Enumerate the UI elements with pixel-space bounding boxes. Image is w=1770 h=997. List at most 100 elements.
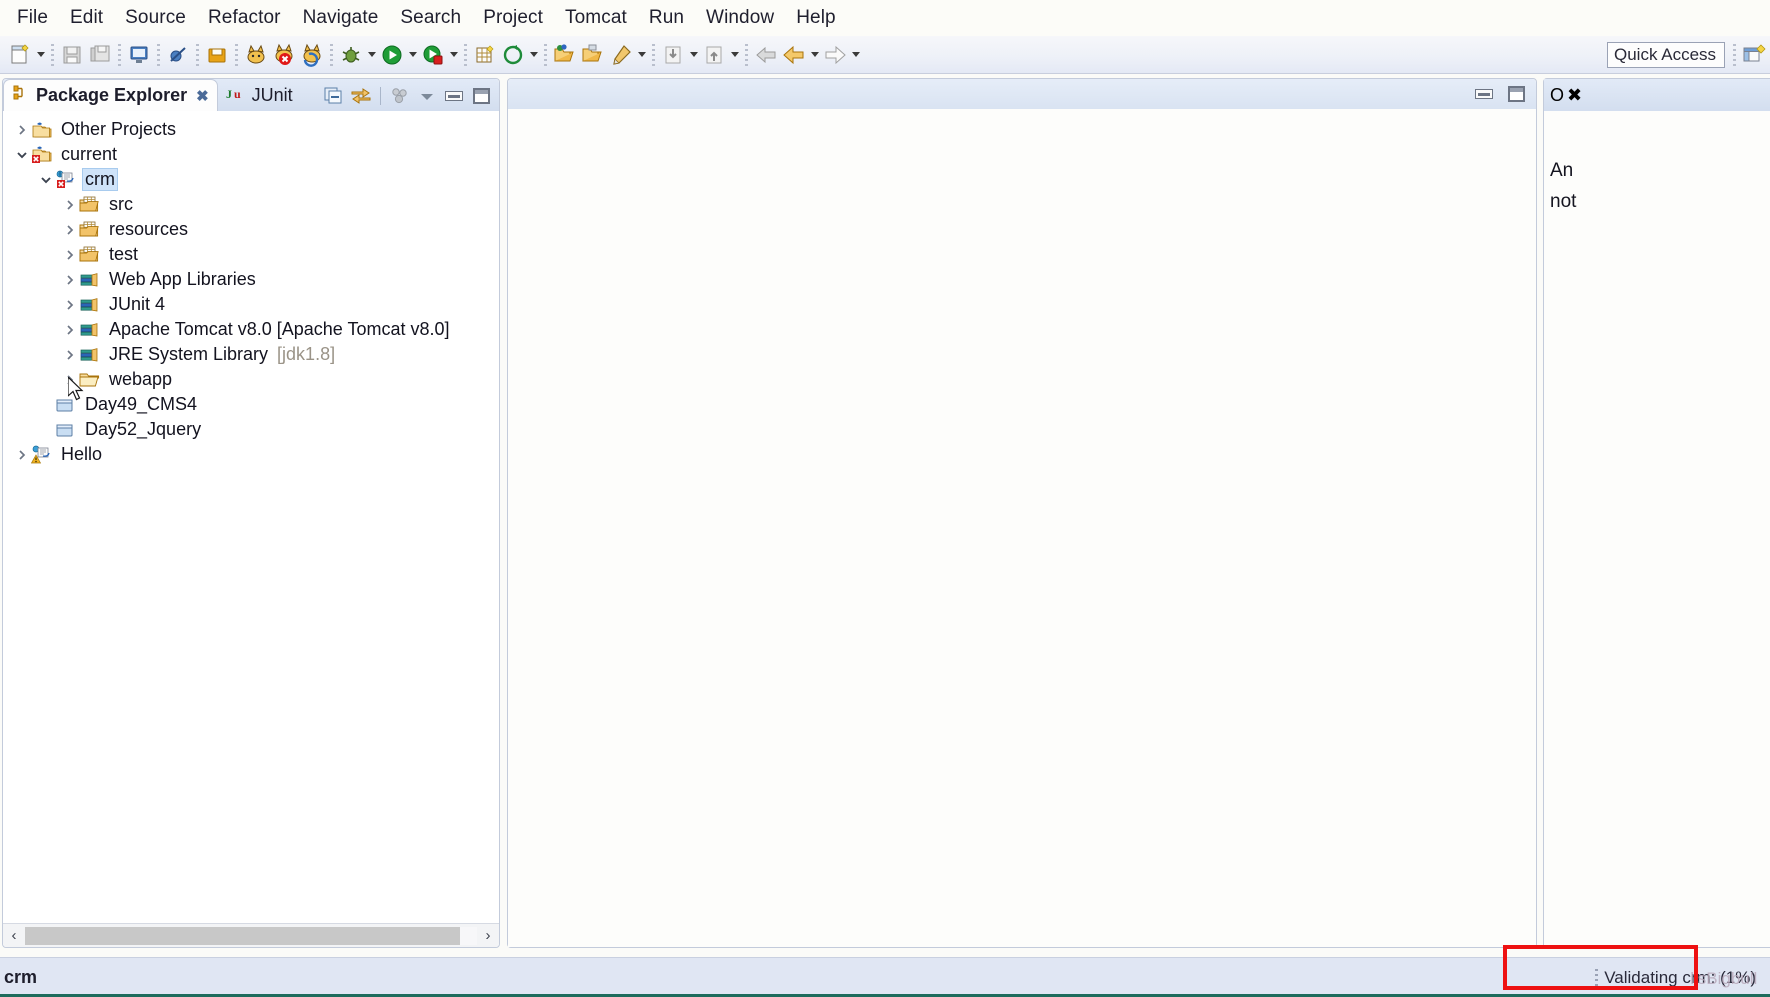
tree-item[interactable]: src (7, 192, 499, 217)
tree-item[interactable]: JUnit 4 (7, 292, 499, 317)
chevron-right-icon[interactable] (61, 246, 79, 264)
export-archive-icon[interactable] (203, 41, 231, 69)
menu-search[interactable]: Search (389, 4, 472, 32)
chevron-down-icon[interactable] (37, 171, 55, 189)
new-wizard-icon[interactable] (6, 41, 34, 69)
tree-item[interactable]: Day52_Jquery (7, 417, 499, 442)
tab-junit[interactable]: J u JUnit (218, 79, 301, 111)
project-tree[interactable]: Other Projects current crm src resources test… (3, 111, 499, 923)
tree-item[interactable]: Apache Tomcat v8.0 [Apache Tomcat v8.0] (7, 317, 499, 342)
new-wizard-dropdown-arrow[interactable] (34, 42, 47, 68)
run-server-icon[interactable] (419, 41, 447, 69)
menu-edit[interactable]: Edit (59, 4, 114, 32)
tree-item-suffix: [jdk1.8] (277, 344, 336, 364)
scrollbar-thumb[interactable] (25, 926, 460, 945)
menu-help[interactable]: Help (785, 4, 846, 32)
next-annotation-dropdown-arrow[interactable] (728, 42, 741, 68)
tree-item[interactable]: webapp (7, 367, 499, 392)
back-icon[interactable] (780, 41, 808, 69)
tab-package-explorer[interactable]: Package Explorer ✖ (3, 79, 218, 111)
horizontal-scrollbar[interactable]: ‹ › (3, 923, 499, 947)
save-all-icon[interactable] (86, 41, 114, 69)
library-icon (79, 270, 101, 290)
tree-item[interactable]: Web App Libraries (7, 267, 499, 292)
tree-item[interactable]: Day49_CMS4 (7, 392, 499, 417)
open-console-icon[interactable] (125, 41, 153, 69)
tree-item[interactable]: Hello (7, 442, 499, 467)
tree-item-label: Apache Tomcat v8.0 [Apache Tomcat v8.0] (109, 319, 450, 339)
forward-dropdown-arrow[interactable] (849, 42, 862, 68)
collapse-all-icon[interactable] (322, 84, 346, 108)
chevron-right-icon[interactable] (61, 346, 79, 364)
chevron-right-icon[interactable] (61, 271, 79, 289)
chevron-right-icon[interactable] (61, 296, 79, 314)
skip-breakpoints-icon[interactable] (164, 41, 192, 69)
status-progress-area[interactable]: Validating crm: (1%) lisBigbull (1595, 968, 1770, 988)
tree-item-label: test (109, 244, 139, 264)
link-with-editor-icon[interactable] (349, 84, 373, 108)
tree-item[interactable]: JRE System Library [jdk1.8] (7, 342, 499, 367)
close-icon[interactable]: ✖ (196, 87, 209, 105)
menu-navigate[interactable]: Navigate (292, 4, 390, 32)
chevron-right-icon[interactable] (61, 321, 79, 339)
tab-outline[interactable]: O ✖ (1544, 79, 1770, 111)
tomcat-restart-icon[interactable] (298, 41, 326, 69)
chevron-right-icon[interactable] (13, 446, 31, 464)
scrollbar-track[interactable] (25, 926, 477, 945)
minimize-icon[interactable] (1472, 82, 1496, 106)
editor-content[interactable] (508, 109, 1536, 947)
chevron-right-icon[interactable] (13, 121, 31, 139)
scroll-left-arrow[interactable]: ‹ (3, 925, 25, 947)
scroll-right-arrow[interactable]: › (477, 925, 499, 947)
run-server-dropdown-arrow[interactable] (447, 42, 460, 68)
close-icon[interactable]: ✖ (1567, 85, 1582, 106)
forward-icon[interactable] (821, 41, 849, 69)
new-java-dropdown-arrow[interactable] (527, 42, 540, 68)
closed-project-icon (55, 395, 77, 415)
minimize-icon[interactable] (442, 84, 466, 108)
chevron-right-icon[interactable] (61, 196, 79, 214)
back-dropdown-arrow[interactable] (808, 42, 821, 68)
quick-access-input[interactable]: Quick Access (1607, 41, 1725, 68)
menu-refactor[interactable]: Refactor (197, 4, 292, 32)
open-task-icon[interactable] (579, 41, 607, 69)
tomcat-stop-icon[interactable] (270, 41, 298, 69)
view-menu-icon[interactable] (388, 84, 412, 108)
debug-dropdown-arrow[interactable] (365, 42, 378, 68)
tree-item[interactable]: Other Projects (7, 117, 499, 142)
tree-item[interactable]: crm (7, 167, 499, 192)
search-icon[interactable] (607, 41, 635, 69)
maximize-icon[interactable] (1504, 82, 1528, 106)
next-annotation-icon[interactable] (700, 41, 728, 69)
chevron-right-icon[interactable] (61, 221, 79, 239)
back-history-icon[interactable] (752, 41, 780, 69)
chevron-down-icon[interactable] (13, 146, 31, 164)
run-dropdown-arrow[interactable] (406, 42, 419, 68)
tree-item[interactable]: current (7, 142, 499, 167)
menu-file[interactable]: File (6, 4, 59, 32)
menu-window[interactable]: Window (695, 4, 785, 32)
save-icon[interactable] (58, 41, 86, 69)
closed-project-icon (55, 420, 77, 440)
debug-icon[interactable] (337, 41, 365, 69)
run-icon[interactable] (378, 41, 406, 69)
open-perspective-icon[interactable] (1740, 41, 1770, 69)
progress-grip[interactable] (1595, 968, 1599, 987)
new-java-class-icon[interactable] (499, 41, 527, 69)
view-menu-chevron-down-icon[interactable] (415, 84, 439, 108)
chevron-right-icon[interactable] (61, 371, 79, 389)
menu-project[interactable]: Project (472, 4, 554, 32)
menu-run[interactable]: Run (638, 4, 695, 32)
tomcat-start-icon[interactable] (242, 41, 270, 69)
previous-annotation-dropdown-arrow[interactable] (687, 42, 700, 68)
toolbar-separator (1733, 43, 1736, 66)
tree-item[interactable]: test (7, 242, 499, 267)
menu-tomcat[interactable]: Tomcat (554, 4, 638, 32)
tree-item[interactable]: resources (7, 217, 499, 242)
search-dropdown-arrow[interactable] (635, 42, 648, 68)
menu-source[interactable]: Source (114, 4, 197, 32)
open-type-icon[interactable] (551, 41, 579, 69)
previous-annotation-icon[interactable] (659, 41, 687, 69)
new-java-package-icon[interactable] (471, 41, 499, 69)
maximize-icon[interactable] (469, 84, 493, 108)
